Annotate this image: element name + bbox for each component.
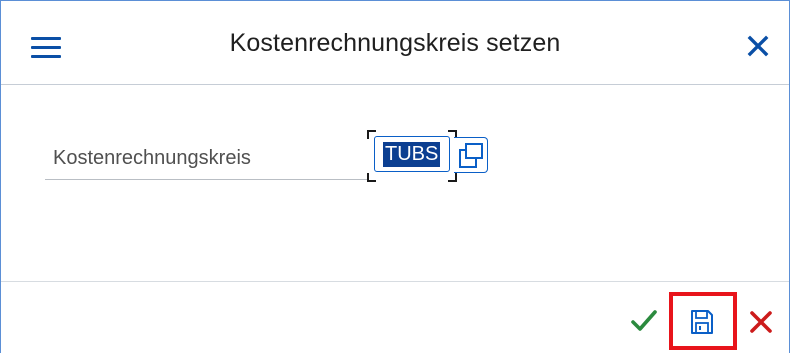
dialog-footer [1, 281, 789, 353]
dialog: Kostenrechnungskreis setzen Kostenrechnu… [0, 0, 790, 353]
controlling-area-input[interactable]: TUBS [374, 136, 450, 172]
value-help-icon [459, 143, 483, 168]
close-icon[interactable] [747, 35, 769, 57]
field-label: Kostenrechnungskreis [53, 147, 251, 169]
value-help-button[interactable] [454, 137, 488, 173]
dialog-header: Kostenrechnungskreis setzen [1, 1, 789, 85]
cancel-icon[interactable] [749, 310, 773, 334]
input-focus-frame: TUBS [367, 130, 457, 182]
dialog-title: Kostenrechnungskreis setzen [229, 29, 561, 57]
save-icon[interactable] [689, 308, 715, 336]
checkmark-icon[interactable] [631, 309, 657, 333]
field-underline [45, 179, 367, 180]
dialog-content: Kostenrechnungskreis TUBS [1, 85, 789, 281]
input-value: TUBS [383, 142, 441, 167]
